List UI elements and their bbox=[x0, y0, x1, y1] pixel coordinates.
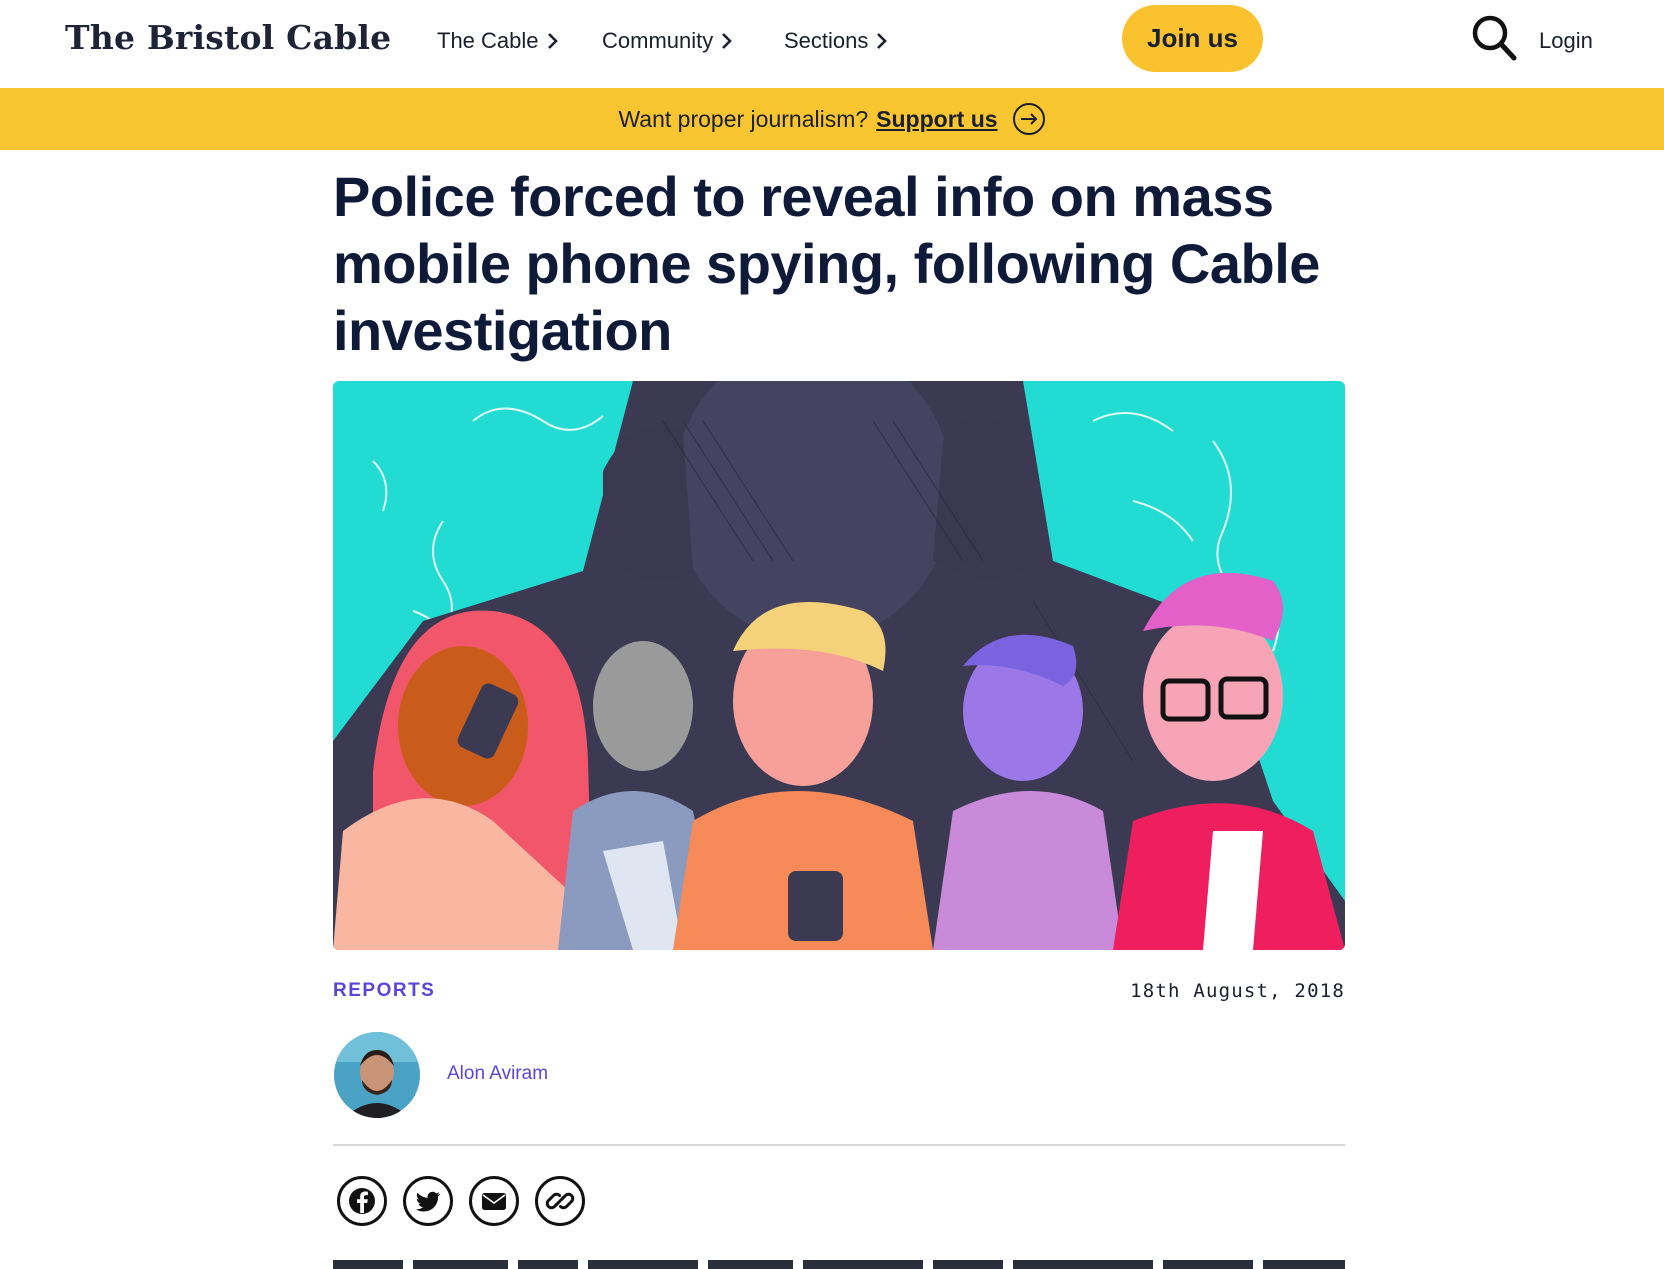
nav-item-label: The Cable bbox=[437, 28, 539, 53]
nav-item-the-cable[interactable]: The Cable bbox=[437, 28, 560, 54]
link-icon bbox=[545, 1192, 575, 1210]
chevron-right-icon bbox=[547, 33, 558, 49]
support-banner: Want proper journalism? Support us bbox=[0, 88, 1664, 150]
email-icon bbox=[482, 1193, 506, 1210]
author-avatar-photo bbox=[334, 1032, 420, 1118]
site-header: The Bristol Cable The Cable Community Se… bbox=[0, 0, 1664, 88]
search-icon bbox=[1472, 15, 1517, 61]
support-banner-text: Want proper journalism? bbox=[618, 105, 869, 132]
body-text-fragment bbox=[333, 1260, 1345, 1269]
facebook-icon bbox=[349, 1188, 375, 1214]
support-us-link[interactable]: Support us bbox=[876, 106, 997, 133]
publish-date: 18th August, 2018 bbox=[1130, 980, 1345, 1002]
meta-divider bbox=[333, 1144, 1345, 1146]
article-headline: Police forced to reveal info on mass mob… bbox=[333, 165, 1320, 362]
share-facebook-button[interactable] bbox=[337, 1176, 387, 1226]
author-name-link[interactable]: Alon Aviram bbox=[447, 1063, 548, 1085]
copy-link-button[interactable] bbox=[535, 1176, 585, 1226]
section-tag-reports[interactable]: REPORTS bbox=[333, 980, 435, 1002]
login-link[interactable]: Login bbox=[1539, 28, 1593, 54]
nav-item-community[interactable]: Community bbox=[602, 28, 734, 54]
join-us-button[interactable]: Join us bbox=[1122, 5, 1263, 72]
twitter-icon bbox=[415, 1191, 441, 1212]
nav-item-label: Community bbox=[602, 28, 714, 53]
chevron-right-icon bbox=[722, 33, 733, 49]
nav-item-sections[interactable]: Sections bbox=[784, 28, 889, 54]
hero-illustration bbox=[333, 381, 1345, 950]
search-button[interactable] bbox=[1470, 13, 1518, 63]
chevron-right-icon bbox=[877, 33, 888, 49]
share-twitter-button[interactable] bbox=[403, 1176, 453, 1226]
article-body-preview bbox=[333, 1256, 1345, 1269]
share-email-button[interactable] bbox=[469, 1176, 519, 1226]
arrow-right-circle-icon[interactable] bbox=[1012, 102, 1046, 136]
site-logo[interactable]: The Bristol Cable bbox=[65, 18, 391, 57]
author-avatar[interactable] bbox=[334, 1032, 420, 1118]
hero-illustration-art bbox=[333, 381, 1345, 950]
nav-item-label: Sections bbox=[784, 28, 869, 53]
